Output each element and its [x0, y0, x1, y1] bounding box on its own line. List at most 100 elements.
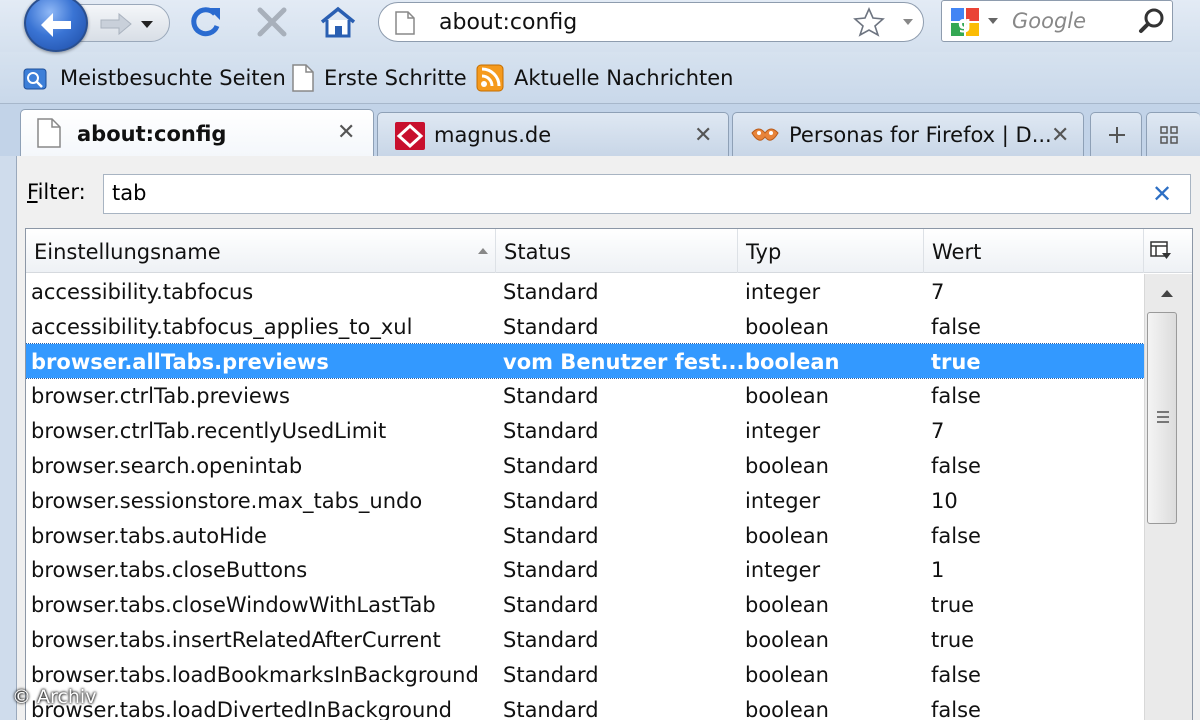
pref-name: browser.sessionstore.max_tabs_undo [31, 488, 423, 513]
page-icon [37, 118, 61, 148]
bookmark-most-visited[interactable]: Meistbesuchte Seiten [22, 60, 286, 96]
search-input[interactable] [1012, 7, 1132, 35]
tab-title: Personas for Firefox | D... [789, 123, 1052, 147]
pref-name: browser.tabs.closeButtons [31, 558, 308, 583]
url-text[interactable]: about:config [439, 10, 577, 35]
table-row[interactable]: browser.tabs.closeWindowWithLastTab Stand… [26, 587, 1144, 622]
bookmark-erste-schritte[interactable]: Erste Schritte [292, 60, 467, 96]
column-header-name[interactable]: Einstellungsname [26, 229, 496, 273]
pref-value: false [931, 314, 981, 339]
svg-text:g: g [958, 13, 971, 34]
pref-status: Standard [503, 280, 599, 304]
table-row[interactable]: browser.search.openintab Standard boolean f… [26, 448, 1144, 483]
pref-value: false [931, 523, 981, 548]
bookmark-aktuelle-nachrichten[interactable]: Aktuelle Nachrichten [476, 60, 733, 96]
table-row[interactable]: browser.ctrlTab.previews Standard boolean f… [26, 378, 1144, 413]
pref-value: false [931, 384, 981, 409]
column-header-type[interactable]: Typ [738, 229, 924, 273]
close-tab-icon[interactable]: ✕ [694, 125, 712, 147]
stop-icon[interactable] [252, 4, 292, 40]
pref-value: false [931, 453, 981, 478]
column-picker-icon[interactable] [1150, 241, 1172, 261]
clear-filter-icon[interactable]: ✕ [1152, 180, 1172, 208]
search-icon[interactable] [1138, 7, 1166, 35]
pref-type: boolean [745, 697, 829, 720]
page-icon [292, 64, 314, 92]
pref-type: integer [745, 558, 821, 583]
url-history-dropdown-icon[interactable] [903, 19, 913, 25]
pref-status: Standard [503, 384, 599, 409]
watermark: © Archiv [12, 686, 97, 708]
back-arrow-icon [41, 13, 71, 37]
pref-type: boolean [745, 593, 829, 618]
filter-label: Filter: [27, 180, 86, 204]
pref-type: boolean [745, 523, 829, 548]
page-icon [395, 11, 415, 35]
magnus-favicon-icon [395, 122, 425, 150]
history-dropdown-icon[interactable] [141, 21, 153, 28]
tab-title: magnus.de [434, 123, 552, 147]
scroll-up-icon[interactable] [1161, 290, 1173, 297]
back-button[interactable] [24, 0, 88, 52]
pref-type: boolean [745, 453, 829, 478]
config-page: Filter: tab ✕ Einstellungsname Status Ty… [16, 156, 1200, 720]
column-header-value[interactable]: Wert [924, 229, 1144, 273]
table-row[interactable]: browser.tabs.loadBookmarksInBackground St… [26, 657, 1144, 692]
pref-type: boolean [745, 349, 840, 374]
sort-ascending-icon [478, 248, 488, 254]
url-bar[interactable]: about:config [378, 2, 924, 42]
scroll-grip-icon [1157, 411, 1169, 423]
filter-value[interactable]: tab [112, 181, 146, 205]
pref-type: integer [745, 419, 821, 444]
column-header-status[interactable]: Status [496, 229, 738, 273]
pref-name: browser.ctrlTab.recentlyUsedLimit [31, 419, 387, 444]
pref-name: accessibility.tabfocus_applies_to_xul [31, 314, 413, 339]
forward-history-group [74, 4, 170, 42]
bookmarks-toolbar: Meistbesuchte Seiten Erste Schritte Aktu… [0, 52, 1200, 104]
pref-status: Standard [503, 593, 599, 618]
filter-input[interactable]: tab ✕ [103, 174, 1191, 214]
table-row[interactable]: browser.tabs.closeButtons Standard integer… [26, 552, 1144, 587]
google-engine-icon[interactable]: g [950, 7, 980, 37]
pref-name: browser.allTabs.previews [31, 349, 329, 374]
list-all-tabs-button[interactable] [1146, 112, 1200, 156]
tab-about-config[interactable]: about:config ✕ [20, 109, 374, 156]
reload-icon[interactable] [186, 4, 226, 40]
table-row[interactable]: browser.allTabs.previews vom Benutzer fes… [26, 342, 1145, 380]
tab-personas[interactable]: Personas for Firefox | D... ✕ [732, 112, 1084, 156]
table-row[interactable]: accessibility.tabfocus_applies_to_xul Sta… [26, 309, 1144, 344]
navigation-toolbar: about:config g [0, 0, 1200, 52]
table-body: accessibility.tabfocus Standard integer 7 ac… [26, 274, 1145, 720]
search-bar[interactable]: g [941, 0, 1173, 42]
forward-arrow-icon[interactable] [97, 11, 137, 37]
pref-status: vom Benutzer fest... [503, 349, 745, 374]
table-row[interactable]: browser.sessionstore.max_tabs_undo Standa… [26, 483, 1144, 518]
new-tab-button[interactable] [1090, 112, 1142, 156]
pref-value: true [931, 349, 981, 374]
table-row[interactable]: browser.ctrlTab.recentlyUsedLimit Standar… [26, 413, 1144, 448]
plus-icon [1109, 127, 1125, 143]
table-row[interactable]: browser.tabs.insertRelatedAfterCurrent St… [26, 622, 1144, 657]
table-row[interactable]: accessibility.tabfocus Standard integer 7 [26, 274, 1144, 309]
pref-type: boolean [745, 662, 829, 687]
close-tab-icon[interactable]: ✕ [1051, 125, 1069, 147]
pref-type: boolean [745, 314, 829, 339]
scroll-thumb[interactable] [1147, 312, 1177, 524]
vertical-scrollbar[interactable] [1144, 274, 1192, 720]
tab-strip: about:config ✕ magnus.de ✕ Personas for … [0, 104, 1200, 156]
pref-value: 10 [931, 488, 958, 513]
close-tab-icon[interactable]: ✕ [337, 122, 355, 144]
rss-feed-icon [476, 64, 504, 92]
bookmark-star-icon[interactable] [853, 7, 885, 37]
table-header: Einstellungsname Status Typ Wert [26, 229, 1192, 273]
home-icon[interactable] [318, 4, 358, 40]
pref-value: false [931, 697, 981, 720]
pref-type: boolean [745, 627, 829, 652]
pref-value: true [931, 627, 975, 652]
search-engine-dropdown-icon[interactable] [988, 18, 998, 24]
filter-bar: Filter: tab ✕ [17, 172, 1200, 214]
table-row[interactable]: browser.tabs.loadDivertedInBackground Sta… [26, 692, 1144, 720]
pref-type: integer [745, 280, 821, 304]
tab-magnus[interactable]: magnus.de ✕ [377, 112, 729, 156]
table-row[interactable]: browser.tabs.autoHide Standard boolean fals… [26, 518, 1144, 553]
